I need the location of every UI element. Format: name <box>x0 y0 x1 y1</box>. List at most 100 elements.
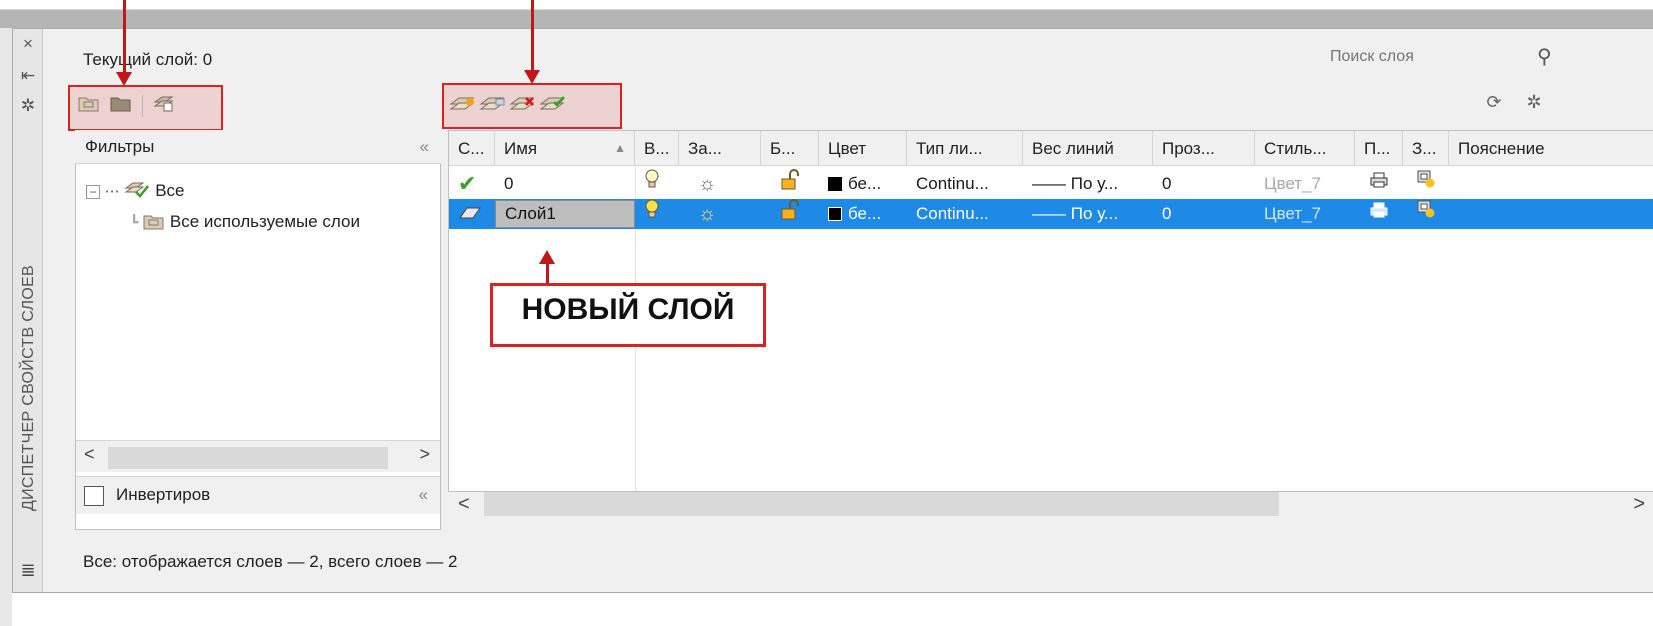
filter-all-layers-icon <box>124 182 150 198</box>
new-vp-freeze-icon[interactable] <box>1407 199 1449 229</box>
col-on[interactable]: В... <box>635 131 679 166</box>
sun-thaw-icon[interactable]: ☼ <box>689 169 761 199</box>
layer-plot-style: Цвет_7 <box>1264 174 1322 193</box>
scroll-right-icon[interactable]: > <box>1633 492 1645 516</box>
layer-lineweight[interactable]: —— По у... <box>1023 169 1153 199</box>
col-lineweight[interactable]: Вес линий <box>1023 131 1153 166</box>
grid-hscrollbar[interactable]: < > <box>448 492 1653 516</box>
color-swatch <box>828 177 842 191</box>
layer-transparency[interactable]: 0 <box>1153 199 1255 229</box>
scroll-left-icon[interactable]: < <box>84 444 95 465</box>
delete-layer-icon[interactable] <box>508 94 535 118</box>
layer-linetype[interactable]: Continu... <box>907 169 1023 199</box>
current-layer-label: Текущий слой: 0 <box>83 50 213 69</box>
unlock-icon[interactable] <box>771 169 819 199</box>
lightbulb-on-icon[interactable] <box>635 199 679 229</box>
layer-search: ⚲ <box>1323 42 1653 72</box>
filter-tree-all[interactable]: − ⋯ Все <box>86 180 185 201</box>
filter-all-label: Все <box>155 181 185 200</box>
col-new-vp-freeze[interactable]: З... <box>1403 131 1449 166</box>
search-input[interactable] <box>1330 45 1520 69</box>
invert-filter-checkbox[interactable] <box>84 486 104 506</box>
new-group-filter-icon[interactable] <box>108 94 134 118</box>
filters-hscrollbar[interactable]: < > <box>76 440 440 472</box>
layer-color[interactable]: бе... <box>819 169 907 199</box>
scroll-right-icon[interactable]: > <box>419 444 430 465</box>
layer-plot-style: Цвет_7 <box>1264 204 1322 223</box>
layer-row-1[interactable]: Слой1 ☼ бе... Continu... —— По у... 0 Цв… <box>449 199 1653 229</box>
arrow-head <box>524 70 540 84</box>
col-status[interactable]: С... <box>449 131 495 166</box>
refresh-icon[interactable]: ⟳ <box>1483 92 1505 116</box>
collapse-filters-icon[interactable]: « <box>419 485 428 505</box>
search-icon[interactable]: ⚲ <box>1537 44 1552 69</box>
layer-transparency[interactable]: 0 <box>1153 169 1255 199</box>
printer-icon[interactable] <box>1361 199 1403 229</box>
lightbulb-on-icon[interactable] <box>635 169 679 199</box>
col-transparency[interactable]: Проз... <box>1153 131 1255 166</box>
properties-icon[interactable]: ✲ <box>13 93 43 119</box>
arrow-head <box>539 250 555 264</box>
layer-name-edit[interactable]: Слой1 <box>495 200 635 228</box>
layer-linetype[interactable]: Continu... <box>907 199 1023 229</box>
new-vp-freeze-icon[interactable] <box>1407 169 1449 199</box>
layer-row-0[interactable]: ✔ 0 ☼ бе... Continu... —— По у... 0 Цвет… <box>449 169 1653 199</box>
status-bar: Все: отображается слоев — 2, всего слоев… <box>83 552 458 571</box>
col-linetype[interactable]: Тип ли... <box>907 131 1023 166</box>
layer-status-icon <box>449 199 495 229</box>
invert-filter-row: Инвертиров « <box>76 476 440 514</box>
arrow-head <box>116 72 132 86</box>
col-freeze[interactable]: За... <box>679 131 761 166</box>
filter-toolbar <box>76 92 221 120</box>
filter-all-icon: ⋯ <box>104 183 120 200</box>
toolbar-separator <box>142 95 143 117</box>
color-name: бе... <box>848 174 882 193</box>
scroll-left-icon[interactable]: < <box>458 492 470 516</box>
col-lock[interactable]: Б... <box>761 131 819 166</box>
collapse-filters-icon[interactable]: « <box>420 130 429 164</box>
grid-header: С... Имя ▲ В... За... Б... Цвет Тип ли...… <box>449 131 1653 166</box>
printer-icon[interactable] <box>1361 169 1403 199</box>
col-name[interactable]: Имя ▲ <box>495 131 635 166</box>
layer-lineweight[interactable]: —— По у... <box>1023 199 1153 229</box>
layer-states-manager-icon[interactable] <box>151 94 177 118</box>
color-name: бе... <box>848 204 882 223</box>
used-layers-filter-icon <box>143 215 164 230</box>
close-icon[interactable]: × <box>13 31 43 57</box>
filters-title: Фильтры <box>85 137 155 156</box>
arrow-to-new-layer <box>546 262 549 284</box>
top-strip <box>0 0 1653 10</box>
col-color[interactable]: Цвет <box>819 131 907 166</box>
col-plot-style[interactable]: Стиль... <box>1255 131 1355 166</box>
tree-toggle-icon[interactable]: − <box>86 184 100 199</box>
autohide-icon[interactable]: ⇤ <box>13 63 43 89</box>
palette-title: ДИСПЕТЧЕР СВОЙСТВ СЛОЕВ <box>16 235 42 540</box>
palette-bottom-pad <box>12 593 1653 626</box>
col-description[interactable]: Пояснение <box>1449 131 1653 166</box>
callout-text: НОВЫЙ СЛОЙ <box>521 293 735 326</box>
new-property-filter-icon[interactable] <box>76 94 102 118</box>
settings-icon[interactable]: ✲ <box>1521 92 1547 116</box>
tree-connector: ┗ <box>130 214 139 230</box>
filters-header: Фильтры « <box>75 130 441 164</box>
filter-tree-used[interactable]: ┗ Все используемые слои <box>130 212 360 232</box>
scroll-thumb[interactable] <box>484 492 1279 516</box>
scroll-thumb[interactable] <box>108 447 388 469</box>
sort-asc-icon: ▲ <box>614 141 626 155</box>
color-swatch <box>828 207 842 221</box>
layers-icon: ≣ <box>20 560 36 580</box>
filter-used-label: Все используемые слои <box>169 212 360 231</box>
unlock-icon[interactable] <box>771 199 819 229</box>
invert-filter-label: Инвертиров <box>116 485 211 504</box>
layer-name[interactable]: 0 <box>495 169 635 199</box>
arrow-to-layer-toolbar <box>531 0 534 74</box>
sun-thaw-icon[interactable]: ☼ <box>689 199 761 229</box>
top-ribbon-edge <box>0 10 1653 28</box>
new-layer-icon[interactable] <box>448 94 475 118</box>
col-plot[interactable]: П... <box>1355 131 1403 166</box>
set-current-icon[interactable] <box>538 94 565 118</box>
col-name-label: Имя <box>504 139 538 158</box>
layer-toolbar <box>448 90 618 122</box>
new-layer-vp-frozen-icon[interactable] <box>478 94 505 118</box>
layer-color[interactable]: бе... <box>819 199 907 229</box>
